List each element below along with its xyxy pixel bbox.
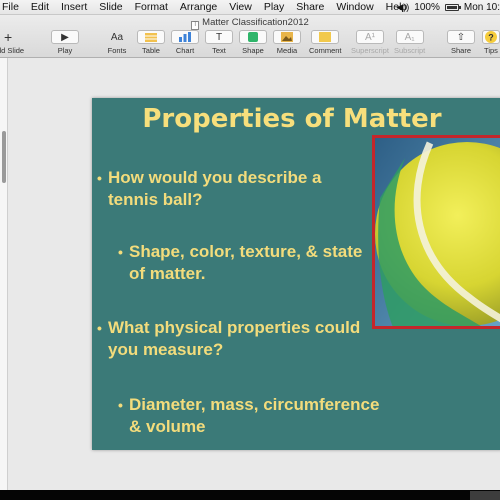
text-icon[interactable]: T xyxy=(205,30,233,44)
subscript-icon[interactable]: A₁ xyxy=(395,30,424,44)
menu-format[interactable]: Format xyxy=(130,1,175,13)
svg-text:?: ? xyxy=(488,33,494,43)
toolbar: TMatter Classification2012 + Add Slide ▶… xyxy=(0,15,500,58)
add-slide-label: Add Slide xyxy=(0,46,25,55)
chart-tool[interactable]: Chart xyxy=(171,30,199,56)
play-label: Play xyxy=(57,46,73,55)
chart-icon[interactable] xyxy=(171,30,199,44)
share-tool[interactable]: ⇧ Share xyxy=(447,30,475,56)
comment-label: Comment xyxy=(309,46,342,55)
fonts-tool[interactable]: Aa Fonts xyxy=(103,30,131,56)
plus-icon[interactable]: + xyxy=(0,29,22,45)
comment-tool[interactable]: Comment xyxy=(309,30,342,56)
menu-insert[interactable]: Insert xyxy=(56,1,94,13)
fonts-label: Fonts xyxy=(107,46,127,55)
menu-window[interactable]: Window xyxy=(331,1,380,13)
document-title: T Matter Classification2012 xyxy=(0,17,500,30)
shape-icon[interactable] xyxy=(239,30,267,44)
tips-icon-graphic: ? xyxy=(485,31,497,43)
battery-percent: 100% xyxy=(414,2,440,13)
table-tool[interactable]: Table xyxy=(137,30,165,56)
tennis-ball-graphic xyxy=(375,138,500,326)
volume-icon[interactable]: ◀)) xyxy=(396,2,409,13)
fonts-icon[interactable]: Aa xyxy=(103,30,131,44)
menu-bar: File Edit Insert Slide Format Arrange Vi… xyxy=(0,0,500,15)
tips-label: Tips xyxy=(484,46,498,55)
slide-navigator-edge xyxy=(0,58,8,490)
slide-canvas-area: Properties of Matter • How would you des… xyxy=(0,58,500,490)
subscript-label: Subscript xyxy=(394,46,426,55)
bullet-dot-icon: • xyxy=(97,320,102,336)
bullet-text: Diameter, mass, circumference & volume xyxy=(129,395,380,436)
superscript-label: Superscript xyxy=(351,46,389,55)
document-title-text: Matter Classification2012 xyxy=(202,17,309,28)
superscript-tool[interactable]: A¹ Superscript xyxy=(351,30,389,56)
menu-share[interactable]: Share xyxy=(291,1,331,13)
bullet-level2[interactable]: • Diameter, mass, circumference & volume xyxy=(118,394,389,438)
text-tool[interactable]: T Text xyxy=(205,30,233,56)
table-icon-graphic xyxy=(145,32,157,42)
chart-label: Chart xyxy=(175,46,195,55)
bullet-dot-icon: • xyxy=(118,397,123,413)
dock-strip xyxy=(0,490,500,500)
superscript-icon[interactable]: A¹ xyxy=(355,30,384,44)
comment-icon-graphic xyxy=(319,32,332,42)
menu-play[interactable]: Play xyxy=(259,1,291,13)
menu-slide[interactable]: Slide xyxy=(94,1,129,13)
add-slide-tool[interactable]: + Add Slide xyxy=(0,29,25,56)
menu-view[interactable]: View xyxy=(224,1,259,13)
document-icon: T xyxy=(191,21,200,30)
media-tool[interactable]: Media xyxy=(273,30,301,56)
menu-edit[interactable]: Edit xyxy=(26,1,56,13)
shape-label: Shape xyxy=(242,46,264,55)
text-label: Text xyxy=(212,46,226,55)
media-label: Media xyxy=(276,46,298,55)
bullet-dot-icon: • xyxy=(118,244,123,260)
play-tool[interactable]: ▶ Play xyxy=(51,30,79,56)
table-label: Table xyxy=(142,46,160,55)
tips-icon[interactable]: ? xyxy=(482,30,500,44)
bullet-level1[interactable]: • What physical properties could you mea… xyxy=(97,317,368,361)
tips-tool[interactable]: ? Tips xyxy=(482,30,500,56)
table-icon[interactable] xyxy=(137,30,165,44)
dock-item[interactable] xyxy=(470,491,500,500)
status-area: ◀)) 100% Mon 10: xyxy=(396,0,500,15)
slide[interactable]: Properties of Matter • How would you des… xyxy=(92,98,500,450)
play-icon[interactable]: ▶ xyxy=(51,30,79,44)
bullet-text: Shape, color, texture, & state of matter… xyxy=(129,242,363,283)
comment-icon[interactable] xyxy=(311,30,340,44)
bullet-level1[interactable]: • How would you describe a tennis ball? xyxy=(97,167,368,211)
battery-icon[interactable] xyxy=(444,4,461,11)
scrollbar[interactable] xyxy=(2,131,6,183)
slide-title[interactable]: Properties of Matter xyxy=(92,104,492,134)
chart-icon-graphic xyxy=(179,32,191,42)
menu-file[interactable]: File xyxy=(0,1,26,13)
menu-arrange[interactable]: Arrange xyxy=(175,1,224,13)
subscript-tool[interactable]: A₁ Subscript xyxy=(394,30,425,56)
media-icon[interactable] xyxy=(273,30,301,44)
shape-tool[interactable]: Shape xyxy=(239,30,267,56)
media-icon-graphic xyxy=(281,32,293,42)
share-icon[interactable]: ⇧ xyxy=(447,30,475,44)
bullet-text: How would you describe a tennis ball? xyxy=(108,168,322,209)
bullet-text: What physical properties could you measu… xyxy=(108,318,361,359)
bullet-level2[interactable]: • Shape, color, texture, & state of matt… xyxy=(118,241,369,285)
share-label: Share xyxy=(450,46,471,55)
tennis-ball-photo[interactable] xyxy=(372,135,500,329)
menu-clock[interactable]: Mon 10: xyxy=(464,2,500,13)
shape-icon-graphic xyxy=(248,32,258,42)
bullet-dot-icon: • xyxy=(97,170,102,186)
